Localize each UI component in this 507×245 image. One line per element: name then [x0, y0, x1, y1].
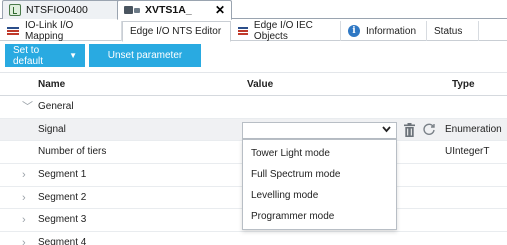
chevron-right-icon[interactable]: ›: [22, 209, 26, 231]
option-programmer[interactable]: Programmer mode: [251, 207, 334, 227]
doc-tab-xvts1a[interactable]: XVTS1A_ ✕: [117, 0, 232, 20]
editor-toolbar: Set to default ▼ Unset parameter: [0, 42, 507, 70]
mapping-grid-icon: [7, 27, 19, 35]
chevron-down-icon: [382, 123, 391, 138]
grid-header: Name Value Type: [0, 72, 507, 96]
tab-iec-objects[interactable]: Edge I/O IEC Objects: [231, 20, 341, 42]
chevron-right-icon[interactable]: ›: [22, 187, 26, 209]
chevron-down-icon[interactable]: ﹀: [22, 96, 33, 118]
chevron-right-icon[interactable]: ›: [22, 232, 26, 245]
tab-label: Information: [366, 25, 417, 37]
trash-icon[interactable]: [404, 122, 415, 137]
header-value[interactable]: Value: [247, 73, 273, 96]
iec-grid-icon: [238, 27, 248, 35]
group-row-general[interactable]: ﹀ General: [0, 96, 507, 119]
tower-light-device-icon: [124, 5, 140, 15]
param-name: Segment 2: [38, 191, 87, 203]
editor-tab-bar: IO-Link I/O Mapping Edge I/O NTS Editor …: [0, 20, 507, 42]
option-tower-light[interactable]: Tower Light mode: [251, 144, 330, 164]
info-icon: i: [348, 25, 360, 37]
option-full-spectrum[interactable]: Full Spectrum mode: [251, 165, 340, 185]
doc-tab-ntsfio0400[interactable]: NTSFIO0400: [2, 0, 120, 19]
param-type: UIntegerT: [445, 146, 490, 158]
tab-label: Edge I/O IEC Objects: [253, 20, 313, 42]
button-label: Set to default: [13, 44, 44, 67]
header-name[interactable]: Name: [38, 73, 65, 96]
header-type[interactable]: Type: [452, 73, 475, 96]
tab-label: Edge I/O NTS Editor: [130, 26, 222, 37]
table-row-segment-4[interactable]: › Segment 4: [0, 232, 507, 245]
option-levelling[interactable]: Levelling mode: [251, 186, 318, 206]
device-check-icon: [9, 4, 21, 16]
refresh-icon[interactable]: [422, 122, 436, 136]
param-name: Segment 1: [38, 169, 87, 181]
signal-dropdown-list: Tower Light mode Full Spectrum mode Leve…: [242, 139, 397, 230]
param-name: Signal: [38, 123, 66, 135]
tab-io-link-mapping[interactable]: IO-Link I/O Mapping: [0, 20, 122, 42]
tab-status[interactable]: Status: [427, 21, 479, 41]
tab-label: IO-Link I/O Mapping: [24, 20, 74, 42]
tab-label: Status: [434, 25, 463, 37]
table-row-signal[interactable]: Signal Enumeration: [0, 118, 507, 142]
tab-nts-editor[interactable]: Edge I/O NTS Editor: [122, 21, 231, 42]
param-name: Number of tiers: [38, 146, 107, 158]
param-name: Segment 4: [38, 237, 87, 245]
tab-information[interactable]: i Information: [341, 21, 427, 41]
param-name: Segment 3: [38, 214, 87, 226]
doc-tab-label: XVTS1A_: [145, 4, 192, 16]
signal-select[interactable]: [242, 121, 397, 139]
close-icon[interactable]: ✕: [215, 3, 225, 17]
group-label: General: [38, 101, 74, 112]
param-type: Enumeration: [445, 123, 502, 135]
caret-down-icon: ▼: [69, 51, 77, 60]
set-to-default-button[interactable]: Set to default ▼: [5, 44, 85, 67]
chevron-right-icon[interactable]: ›: [22, 164, 26, 186]
document-tab-bar: NTSFIO0400 XVTS1A_ ✕: [0, 0, 507, 20]
unset-parameter-button[interactable]: Unset parameter: [89, 44, 201, 67]
button-label: Unset parameter: [107, 50, 183, 61]
doc-tab-label: NTSFIO0400: [26, 4, 88, 16]
